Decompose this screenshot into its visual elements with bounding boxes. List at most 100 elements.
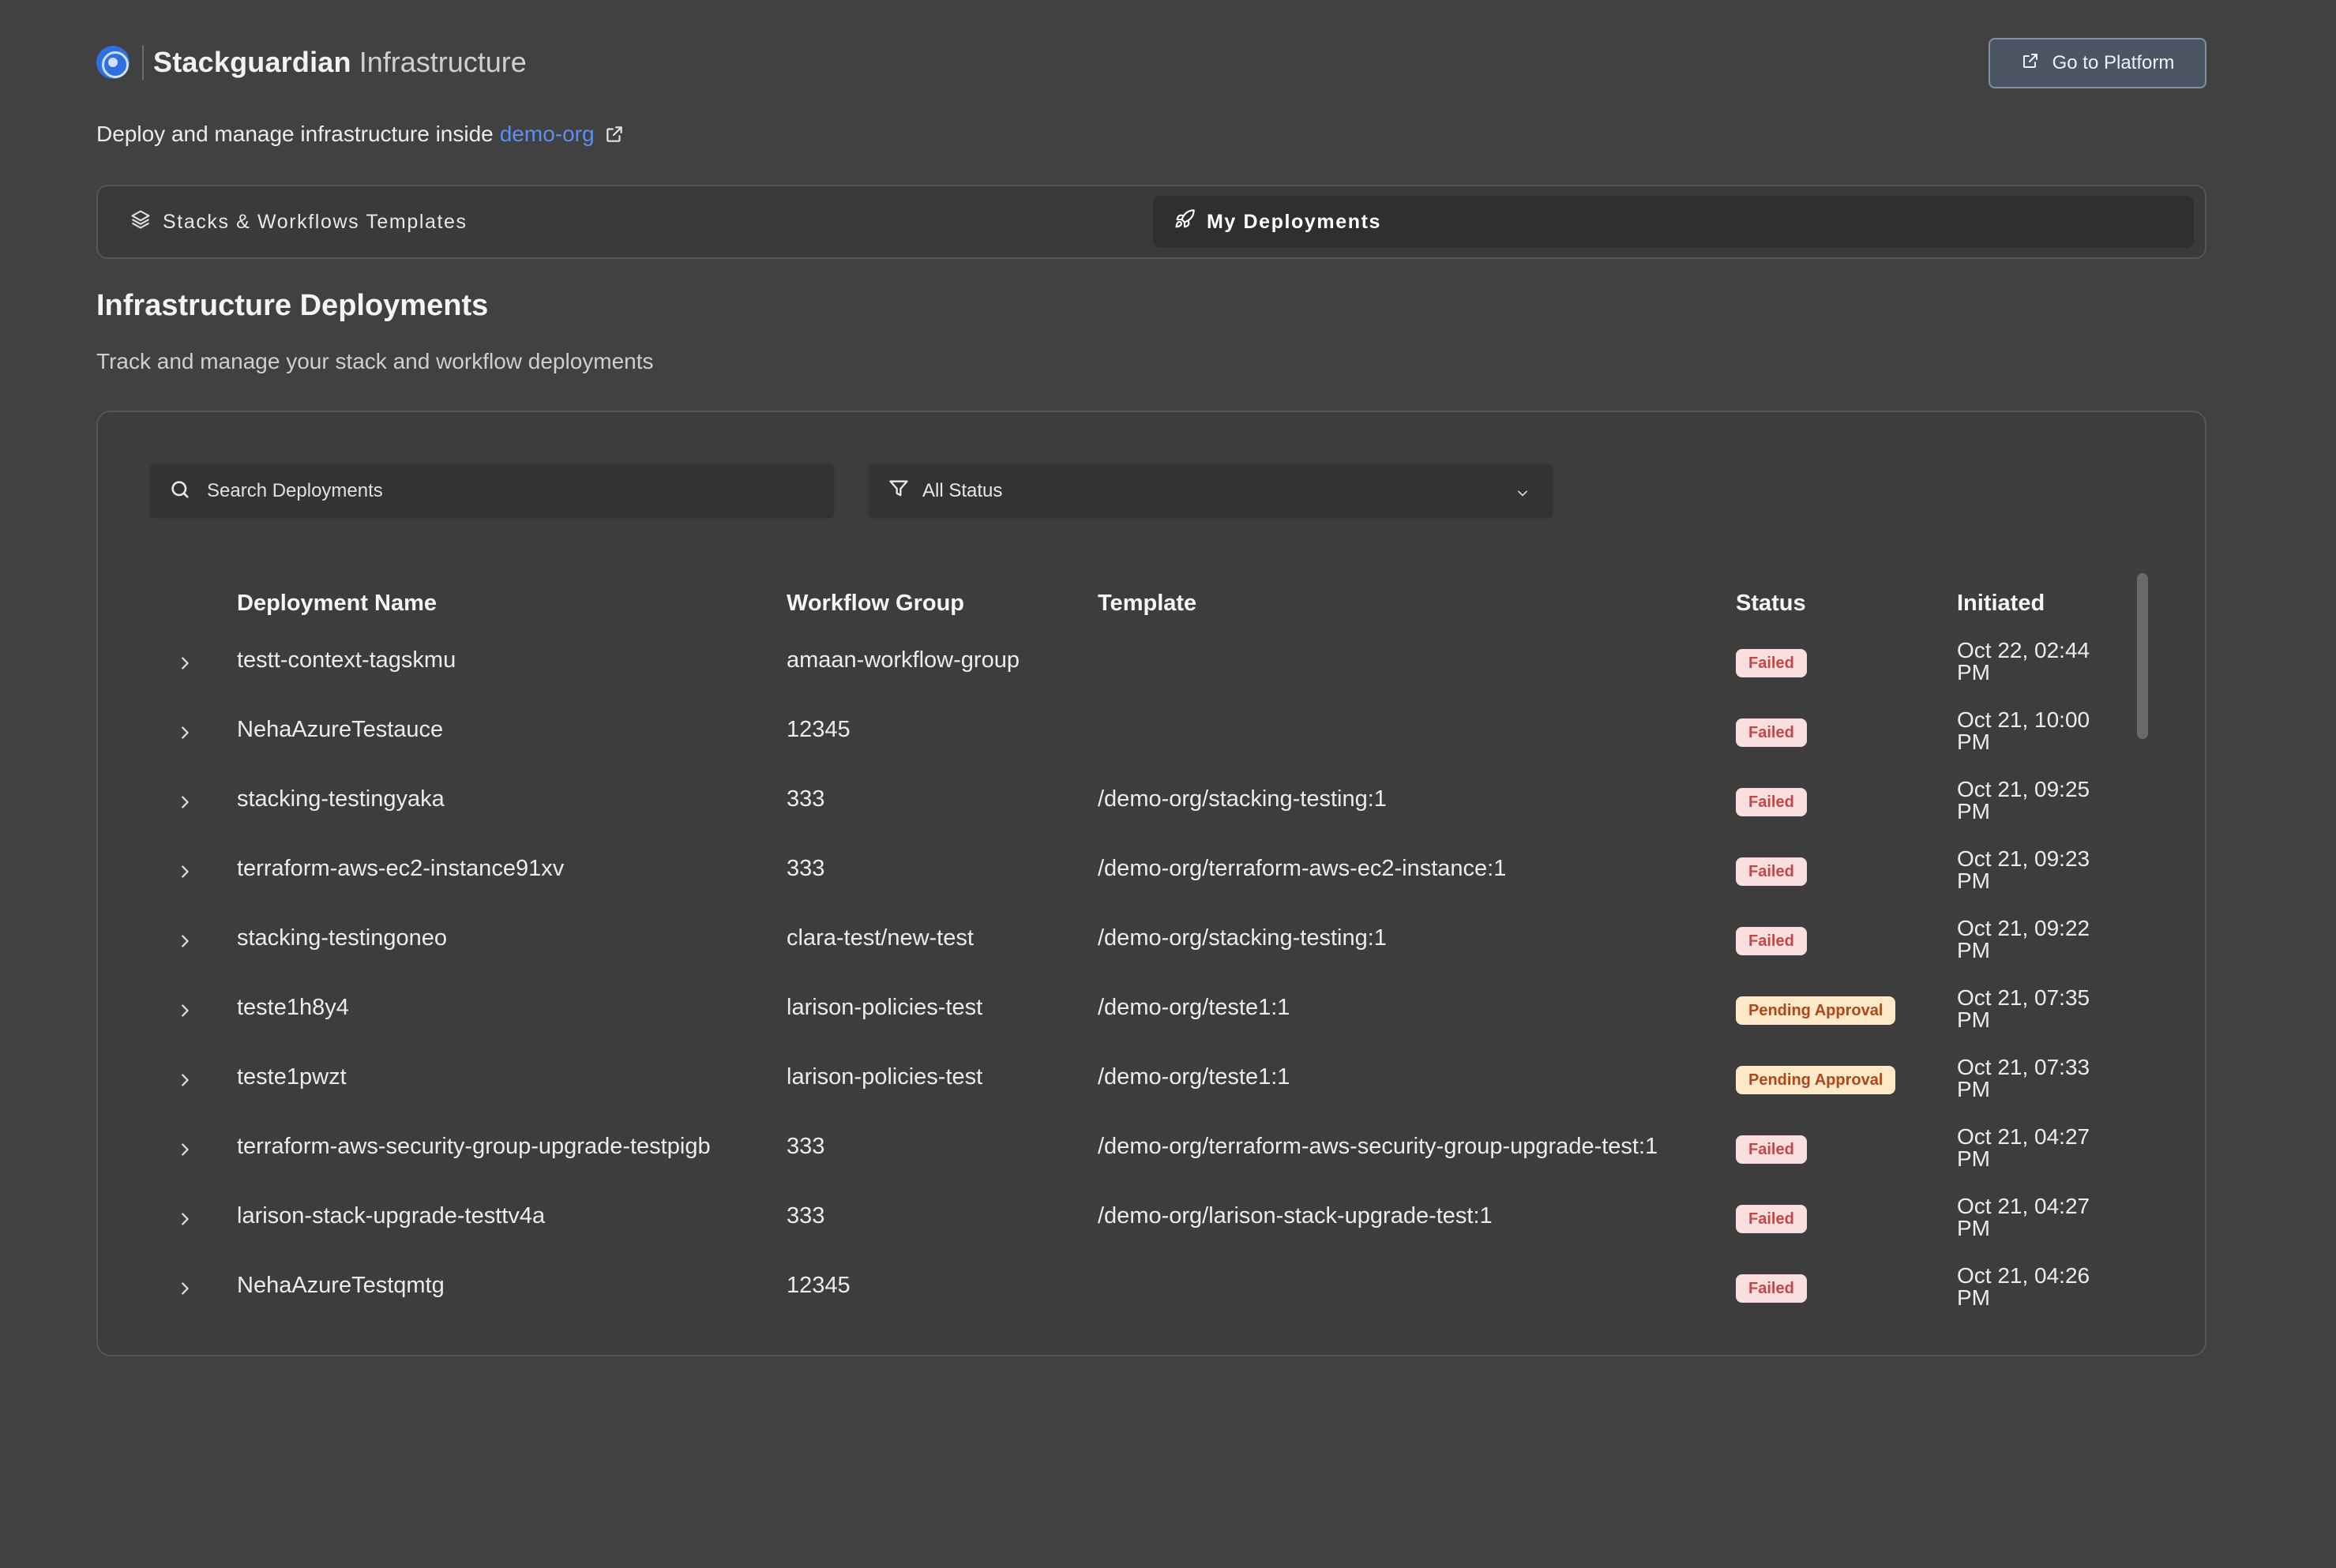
chevron-right-icon[interactable] [171,857,199,886]
section-title: Infrastructure Deployments [96,289,489,322]
initiated-ampm: PM [1957,660,1990,685]
deployment-name: NehaAzureTestqmtg [237,1273,445,1298]
org-link[interactable]: demo-org [500,122,595,147]
table-row[interactable]: terraform-aws-ec2-instance91xv 333 /demo… [98,837,2151,906]
deployment-name: testt-context-tagskmu [237,647,456,673]
initiated-date: Oct 21, 04:27 [1957,1194,2090,1218]
initiated-date: Oct 21, 07:33 [1957,1055,2090,1079]
tab-label: Stacks & Workflows Templates [163,210,468,233]
chevron-right-icon[interactable] [171,1135,199,1164]
initiated-date: Oct 22, 02:44 [1957,638,2090,662]
workflow-group: larison-policies-test [787,995,983,1020]
status-badge: Failed [1736,1205,1807,1233]
tab-stacks-workflows-templates[interactable]: Stacks & Workflows Templates [130,196,468,248]
tab-my-deployments[interactable]: My Deployments [1153,196,2194,248]
initiated-ampm: PM [1957,1146,1990,1171]
workflow-group: 333 [787,1203,825,1229]
chevron-right-icon[interactable] [171,649,199,677]
deployment-name: stacking-testingoneo [237,925,447,951]
column-header-status: Status [1736,591,1806,616]
status-badge: Failed [1736,1135,1807,1164]
rocket-icon [1174,208,1207,236]
deployment-name: teste1h8y4 [237,995,349,1020]
initiated-date: Oct 21, 07:35 [1957,985,2090,1010]
search-box[interactable] [148,463,836,520]
initiated-ampm: PM [1957,1216,1990,1240]
app-page: Stackguardian Infrastructure Go to Platf… [0,0,2336,1568]
initiated-ampm: PM [1957,868,1990,893]
chevron-right-icon[interactable] [171,788,199,816]
initiated-ampm: PM [1957,730,1990,754]
chevron-right-icon[interactable] [171,927,199,955]
workflow-group: clara-test/new-test [787,925,974,951]
initiated-time: Oct 21, 04:26 PM [1957,1265,2115,1309]
column-header-workflow-group: Workflow Group [787,591,965,616]
status-badge: Failed [1736,649,1807,677]
section-description: Track and manage your stack and workflow… [96,349,654,373]
stackguardian-logo-icon [96,46,130,79]
column-header-deployment-name: Deployment Name [237,591,438,616]
initiated-date: Oct 21, 09:22 [1957,916,2090,940]
chevron-right-icon[interactable] [171,1205,199,1233]
table-row[interactable]: larison-stack-upgrade-testtv4a 333 /demo… [98,1184,2151,1254]
initiated-time: Oct 21, 09:22 PM [1957,917,2115,962]
deployment-name: teste1pwzt [237,1064,347,1090]
table-scrollbar[interactable] [2137,573,2148,739]
initiated-time: Oct 21, 10:00 PM [1957,709,2115,753]
status-badge: Failed [1736,1274,1807,1303]
table-row[interactable]: testt-context-tagskmu amaan-workflow-gro… [98,628,2151,698]
workflow-group: amaan-workflow-group [787,647,1020,673]
logo-divider [142,45,144,80]
search-input[interactable] [205,479,806,503]
column-header-template: Template [1098,591,1197,616]
initiated-date: Oct 21, 09:25 [1957,777,2090,801]
initiated-date: Oct 21, 04:26 [1957,1263,2090,1288]
table-row[interactable]: NehaAzureTestauce 12345 Failed Oct 21, 1… [98,698,2151,767]
status-filter-value: All Status [922,480,1003,501]
column-header-initiated: Initiated [1957,591,2045,616]
tab-label: My Deployments [1207,210,1382,233]
chevron-right-icon[interactable] [171,1066,199,1094]
external-link-icon[interactable] [604,124,625,144]
table-row[interactable]: NehaAzureTestqmtg 12345 Failed Oct 21, 0… [98,1254,2151,1323]
chevron-right-icon[interactable] [171,1274,199,1303]
status-filter-dropdown[interactable]: All Status [867,463,1554,520]
deployment-name: larison-stack-upgrade-testtv4a [237,1203,546,1229]
table-row[interactable]: teste1h8y4 larison-policies-test /demo-o… [98,976,2151,1045]
table-row[interactable]: teste1pwzt larison-policies-test /demo-o… [98,1045,2151,1115]
table-row[interactable]: stacking-testingoneo clara-test/new-test… [98,906,2151,976]
initiated-ampm: PM [1957,1285,1990,1310]
template-path: /demo-org/larison-stack-upgrade-test:1 [1098,1203,1493,1229]
initiated-date: Oct 21, 10:00 [1957,707,2090,732]
chevron-down-icon [1515,485,1530,507]
initiated-time: Oct 22, 02:44 PM [1957,640,2115,684]
table-header: Deployment Name Workflow Group Template … [98,583,2183,622]
page-subtitle: Deploy and manage infrastructure inside … [96,122,625,147]
initiated-time: Oct 21, 09:23 PM [1957,848,2115,892]
status-badge: Failed [1736,927,1807,955]
deployment-name: NehaAzureTestauce [237,717,444,742]
template-path: /demo-org/stacking-testing:1 [1098,925,1387,951]
deployment-name: stacking-testingyaka [237,786,445,812]
template-path: /demo-org/teste1:1 [1098,1064,1290,1090]
workflow-group: 333 [787,786,825,812]
external-link-icon [2021,51,2040,76]
status-badge: Pending Approval [1736,1066,1896,1094]
brand-name: Stackguardian [153,46,351,78]
workflow-group: 333 [787,856,825,881]
chevron-right-icon[interactable] [171,996,199,1025]
workflow-group: 12345 [787,717,851,742]
deployments-card: All Status Deployment Name Workflow Grou… [96,411,2206,1356]
chevron-right-icon[interactable] [171,718,199,747]
go-to-platform-button[interactable]: Go to Platform [1989,38,2206,88]
app-header: Stackguardian Infrastructure [96,39,527,85]
search-icon [169,478,191,505]
initiated-ampm: PM [1957,799,1990,823]
go-to-platform-label: Go to Platform [2052,52,2175,73]
table-row[interactable]: terraform-aws-security-group-upgrade-tes… [98,1115,2151,1184]
initiated-time: Oct 21, 07:33 PM [1957,1056,2115,1101]
table-row[interactable]: stacking-testingyaka 333 /demo-org/stack… [98,767,2151,837]
view-tabs: Stacks & Workflows Templates My Deployme… [96,185,2206,259]
status-badge: Pending Approval [1736,996,1896,1025]
layers-icon [130,208,163,236]
